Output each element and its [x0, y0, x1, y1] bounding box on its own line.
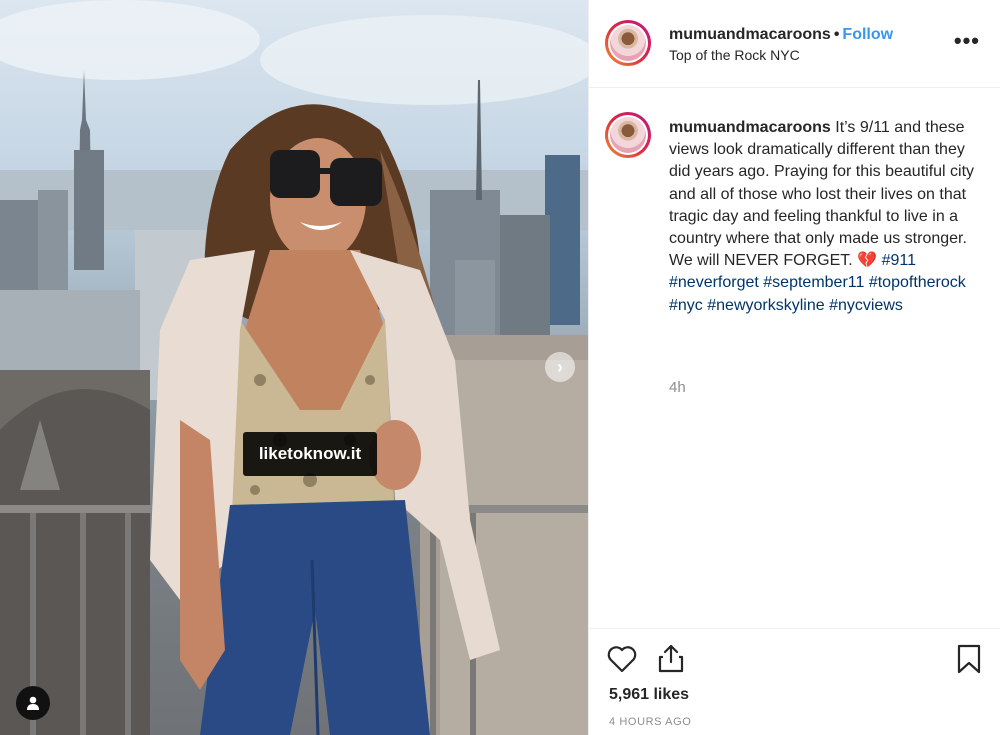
post-caption: mumuandmacaroons It’s 9/11 and these vie…	[669, 117, 977, 317]
caption-username[interactable]: mumuandmacaroons	[669, 119, 831, 136]
tagged-users-button[interactable]	[16, 686, 50, 720]
share-icon[interactable]	[657, 643, 685, 673]
likes-count[interactable]: 5,961 likes	[609, 686, 689, 704]
action-bar: 5,961 likes 4 HOURS AGO	[589, 628, 1000, 735]
chevron-right-icon: ›	[557, 356, 563, 377]
header-username[interactable]: mumuandmacaroons	[669, 26, 831, 43]
user-icon	[27, 696, 39, 710]
post-timestamp[interactable]: 4 HOURS AGO	[609, 716, 691, 728]
post-side-panel: mumuandmacaroons • Follow Top of the Rock …	[588, 0, 1000, 735]
avatar[interactable]	[605, 20, 651, 66]
location-link[interactable]: Top of the Rock NYC	[669, 47, 800, 63]
post-photo[interactable]: liketoknow.it ›	[0, 0, 588, 735]
liketoknow-tag[interactable]: liketoknow.it	[243, 432, 377, 476]
caption-avatar[interactable]	[605, 112, 651, 158]
caption-text: It’s 9/11 and these views look dramatica…	[669, 119, 975, 270]
next-photo-button[interactable]: ›	[545, 352, 575, 382]
bookmark-icon[interactable]	[957, 644, 981, 674]
heart-icon[interactable]	[607, 645, 637, 673]
follow-button[interactable]: Follow	[842, 26, 893, 43]
broken-heart-emoji: 💔	[857, 252, 878, 270]
caption-time[interactable]: 4h	[669, 379, 686, 396]
more-options-button[interactable]: •••	[954, 30, 980, 52]
separator-dot: •	[833, 26, 840, 43]
post-header: mumuandmacaroons • Follow Top of the Rock …	[589, 0, 1000, 88]
skyline-photo	[0, 0, 588, 735]
